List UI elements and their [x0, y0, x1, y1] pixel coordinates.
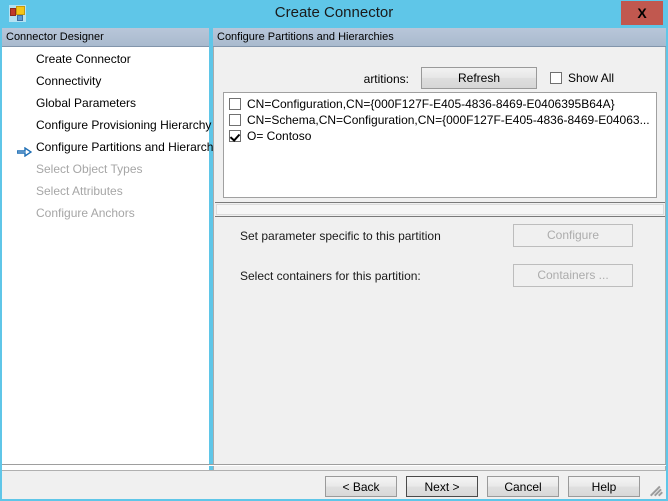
partition-label: O= Contoso: [247, 129, 312, 143]
sidebar-item-label: Create Connector: [36, 52, 131, 66]
configure-partitions-header: Configure Partitions and Hierarchies: [213, 28, 666, 47]
bottom-separator: [2, 464, 666, 466]
partition-label: CN=Schema,CN=Configuration,CN={000F127F-…: [247, 113, 650, 127]
show-all-checkbox[interactable]: Show All: [550, 71, 614, 85]
sidebar-item-label: Select Object Types: [36, 162, 143, 176]
configure-row-label: Set parameter specific to this partition: [240, 229, 441, 243]
containers-row-label: Select containers for this partition:: [240, 269, 421, 283]
partition-checkbox[interactable]: [229, 130, 241, 142]
show-all-label: Show All: [568, 71, 615, 85]
list-item[interactable]: CN=Schema,CN=Configuration,CN={000F127F-…: [229, 112, 656, 128]
partition-checkbox[interactable]: [229, 114, 241, 126]
list-item[interactable]: CN=Configuration,CN={000F127F-E405-4836-…: [229, 96, 656, 112]
window-title: Create Connector: [274, 4, 394, 21]
next-button[interactable]: Next >: [406, 476, 478, 497]
sidebar-item-label: Configure Provisioning Hierarchy: [36, 118, 212, 132]
scrollbar-track[interactable]: [216, 204, 664, 215]
cancel-button[interactable]: Cancel: [487, 476, 559, 497]
configure-partitions-panel: Configure Partitions and Hierarchies art…: [213, 28, 666, 470]
sidebar-item-label: Configure Anchors: [36, 206, 135, 220]
help-button[interactable]: Help: [568, 476, 640, 497]
create-connector-window: Create Connector X Connector Designer Cr…: [0, 0, 668, 501]
sidebar-item-label: Configure Partitions and Hierarchies: [36, 140, 229, 154]
wizard-button-bar: < Back Next > Cancel Help: [2, 470, 666, 499]
list-item[interactable]: O= Contoso: [229, 128, 656, 144]
back-button[interactable]: < Back: [325, 476, 397, 497]
configure-partitions-body: artitions: Refresh Show All CN=Configura…: [213, 47, 666, 470]
sidebar-item-label: Global Parameters: [36, 96, 137, 110]
partitions-label: artitions:: [363, 72, 409, 86]
resize-grip[interactable]: [649, 483, 663, 497]
sidebar-item-connectivity[interactable]: Connectivity: [3, 70, 208, 92]
partitions-listbox[interactable]: CN=Configuration,CN={000F127F-E405-4836-…: [223, 92, 657, 198]
wizard-step-list: Create Connector Connectivity Global Par…: [2, 47, 229, 470]
show-all-checkbox-box[interactable]: [550, 72, 562, 84]
close-button[interactable]: X: [621, 1, 663, 25]
connector-designer-panel: Connector Designer Create Connector Conn…: [2, 28, 229, 470]
partition-label: CN=Configuration,CN={000F127F-E405-4836-…: [247, 97, 615, 111]
sidebar-item-label: Connectivity: [36, 74, 102, 88]
sidebar-item-configure-anchors: Configure Anchors: [3, 202, 208, 224]
sidebar-item-select-object-types: Select Object Types: [3, 158, 208, 180]
sidebar-item-configure-provisioning-hierarchy[interactable]: Configure Provisioning Hierarchy: [3, 114, 212, 136]
connector-designer-header: Connector Designer: [2, 28, 209, 47]
current-step-arrow-icon: [16, 142, 33, 158]
configure-button: Configure: [513, 224, 633, 247]
sidebar-item-label: Select Attributes: [36, 184, 123, 198]
partition-checkbox[interactable]: [229, 98, 241, 110]
sidebar-item-select-attributes: Select Attributes: [3, 180, 208, 202]
refresh-button[interactable]: Refresh: [421, 67, 537, 89]
title-bar: Create Connector X: [0, 0, 668, 27]
horizontal-scrollbar[interactable]: [215, 202, 665, 217]
sidebar-item-create-connector[interactable]: Create Connector: [3, 48, 208, 70]
containers-button: Containers ...: [513, 264, 633, 287]
sidebar-item-global-parameters[interactable]: Global Parameters: [3, 92, 208, 114]
sidebar-item-configure-partitions-and-hierarchies[interactable]: Configure Partitions and Hierarchies: [3, 136, 229, 158]
